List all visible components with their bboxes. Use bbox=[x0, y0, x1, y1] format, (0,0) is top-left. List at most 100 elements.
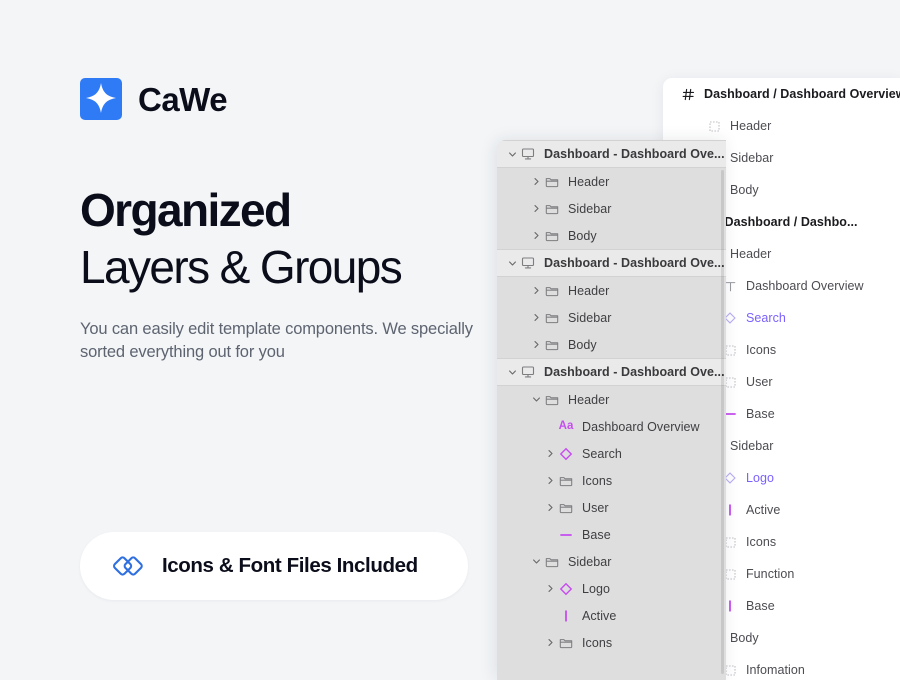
layer-row[interactable]: Header bbox=[497, 168, 726, 195]
layer-label: Header bbox=[568, 283, 610, 298]
layer-section-header[interactable]: Dashboard / Dashboard Overview... bbox=[663, 78, 900, 110]
layer-row[interactable]: Header bbox=[497, 277, 726, 304]
layer-label: Body bbox=[568, 228, 597, 243]
chevron-none-icon bbox=[543, 611, 557, 620]
layer-label: Infomation bbox=[746, 663, 805, 677]
chevron-down-icon[interactable] bbox=[505, 150, 519, 159]
layer-label: Body bbox=[730, 631, 759, 645]
layer-label: Dashboard - Dashboard Ove... bbox=[544, 365, 725, 379]
layer-label: Search bbox=[746, 311, 786, 325]
folder-icon bbox=[543, 555, 561, 569]
folder-icon bbox=[543, 175, 561, 189]
layer-label: Base bbox=[746, 407, 775, 421]
folder-icon bbox=[543, 393, 561, 407]
chevron-right-icon[interactable] bbox=[529, 286, 543, 295]
layers-panel-gray[interactable]: Dashboard - Dashboard Ove... Header Sideba… bbox=[497, 140, 726, 680]
layer-label: User bbox=[582, 500, 609, 515]
layer-row[interactable]: Header bbox=[663, 110, 900, 142]
layer-label: Icons bbox=[746, 535, 777, 549]
badge-label: Icons & Font Files Included bbox=[162, 554, 418, 577]
layer-row[interactable]: Active bbox=[497, 602, 726, 629]
brand-name: CaWe bbox=[138, 80, 228, 118]
overlapping-diamonds-icon bbox=[110, 548, 146, 584]
layer-label: Header bbox=[730, 119, 772, 133]
line-horizontal-icon bbox=[557, 528, 575, 542]
chevron-none-icon bbox=[543, 422, 557, 431]
layer-label: Sidebar bbox=[730, 151, 774, 165]
layer-label: Function bbox=[746, 567, 795, 581]
chevron-down-icon[interactable] bbox=[529, 395, 543, 404]
icons-font-files-badge[interactable]: Icons & Font Files Included bbox=[80, 532, 468, 600]
chevron-down-icon[interactable] bbox=[505, 259, 519, 268]
layer-row[interactable]: Base bbox=[497, 521, 726, 548]
chevron-right-icon[interactable] bbox=[529, 313, 543, 322]
layer-label: Header bbox=[730, 247, 772, 261]
layer-label: Logo bbox=[746, 471, 775, 485]
layer-label: Search bbox=[582, 446, 622, 461]
layer-label: Active bbox=[582, 608, 617, 623]
folder-icon bbox=[543, 202, 561, 216]
layer-row[interactable]: Sidebar bbox=[497, 304, 726, 331]
chevron-down-icon[interactable] bbox=[505, 368, 519, 377]
component-diamond-icon bbox=[557, 582, 575, 596]
line-vertical-icon bbox=[557, 609, 575, 623]
layer-row[interactable]: Body bbox=[497, 222, 726, 249]
layer-label: Dashboard Overview bbox=[582, 419, 700, 434]
layer-section-header[interactable]: Dashboard - Dashboard Ove... bbox=[497, 140, 726, 168]
chevron-right-icon[interactable] bbox=[529, 177, 543, 186]
layer-row[interactable]: Icons bbox=[497, 467, 726, 494]
chevron-down-icon[interactable] bbox=[529, 557, 543, 566]
folder-icon bbox=[543, 311, 561, 325]
layer-section-header[interactable]: Dashboard - Dashboard Ove... bbox=[497, 249, 726, 277]
layer-label: User bbox=[746, 375, 773, 389]
frame-screen-icon bbox=[519, 256, 537, 270]
layer-row[interactable]: Aa Dashboard Overview bbox=[497, 413, 726, 440]
folder-icon bbox=[543, 229, 561, 243]
chevron-right-icon[interactable] bbox=[543, 584, 557, 593]
chevron-right-icon[interactable] bbox=[529, 340, 543, 349]
layer-section-header[interactable]: Dashboard - Dashboard Ove... bbox=[497, 358, 726, 386]
chevron-right-icon[interactable] bbox=[529, 204, 543, 213]
layer-label: Dashboard - Dashboard Ove... bbox=[544, 147, 725, 161]
folder-icon bbox=[557, 474, 575, 488]
headline-line-2: Layers & Groups bbox=[80, 241, 403, 294]
chevron-right-icon[interactable] bbox=[543, 638, 557, 647]
layer-label: Active bbox=[746, 503, 781, 517]
component-diamond-icon bbox=[557, 447, 575, 461]
chevron-right-icon[interactable] bbox=[543, 476, 557, 485]
page-title: Organized Layers & Groups bbox=[80, 184, 500, 294]
chevron-right-icon[interactable] bbox=[543, 449, 557, 458]
layer-label: Icons bbox=[746, 343, 777, 357]
headline-line-1: Organized bbox=[80, 184, 292, 236]
layer-row[interactable]: Body bbox=[497, 331, 726, 358]
folder-icon bbox=[543, 338, 561, 352]
text-aa-icon: Aa bbox=[558, 419, 574, 432]
frame-dotted-icon bbox=[705, 120, 723, 133]
layer-row[interactable]: User bbox=[497, 494, 726, 521]
hero-column: CaWe Organized Layers & Groups You can e… bbox=[80, 0, 500, 680]
sparkle-icon bbox=[80, 78, 122, 120]
layer-row[interactable]: Logo bbox=[497, 575, 726, 602]
layer-label: Sidebar bbox=[730, 439, 774, 453]
folder-icon bbox=[557, 501, 575, 515]
layer-label: Sidebar bbox=[568, 554, 612, 569]
layer-row[interactable]: Search bbox=[497, 440, 726, 467]
layer-label: Sidebar bbox=[568, 310, 612, 325]
layer-row[interactable]: Header bbox=[497, 386, 726, 413]
layer-row[interactable]: Sidebar bbox=[497, 548, 726, 575]
layer-label: Body bbox=[730, 183, 759, 197]
panel-scrollbar[interactable] bbox=[721, 170, 724, 674]
layer-label: Icons bbox=[582, 473, 613, 488]
chevron-right-icon[interactable] bbox=[543, 503, 557, 512]
layer-row[interactable]: Icons bbox=[497, 629, 726, 656]
folder-icon bbox=[557, 636, 575, 650]
folder-icon bbox=[543, 284, 561, 298]
layer-row[interactable]: Sidebar bbox=[497, 195, 726, 222]
layer-label: Header bbox=[568, 392, 610, 407]
layer-label: Dashboard - Dashboard Ove... bbox=[544, 256, 725, 270]
chevron-none-icon bbox=[543, 530, 557, 539]
chevron-right-icon[interactable] bbox=[529, 231, 543, 240]
layer-label: Sidebar bbox=[568, 201, 612, 216]
layer-label: Dashboard / Dashboard Overview... bbox=[704, 87, 900, 101]
layer-label: Base bbox=[746, 599, 775, 613]
